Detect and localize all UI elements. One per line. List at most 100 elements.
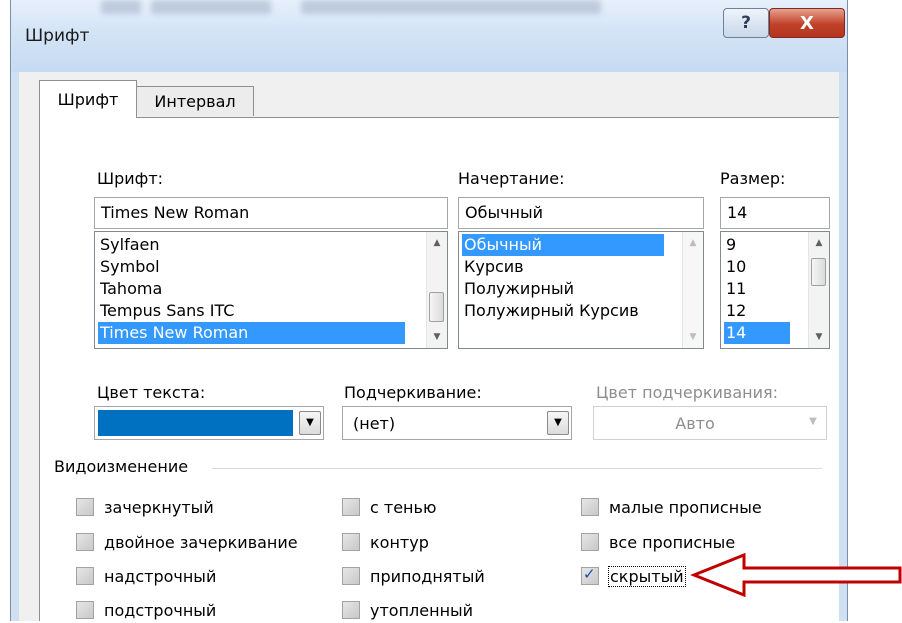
underline-dropdown[interactable]: (нет) ▼ [342, 406, 572, 440]
checkbox-label: малые прописные [609, 497, 762, 517]
group-divider [212, 468, 822, 469]
style-list[interactable]: Обычный Курсив Полужирный Полужирный Кур… [458, 231, 704, 349]
underline-value: (нет) [353, 414, 396, 433]
list-item[interactable]: 11 [724, 278, 746, 300]
list-item[interactable]: Symbol [98, 256, 160, 278]
list-item[interactable]: Полужирный Курсив [462, 300, 639, 322]
list-item[interactable]: Tempus Sans ITC [98, 300, 234, 322]
checkbox-label: зачеркнутый [104, 497, 214, 517]
tab-font-label: Шрифт [57, 90, 119, 109]
title-bar[interactable]: Шрифт ? X [11, 0, 847, 72]
close-button[interactable]: X [769, 8, 845, 38]
checkbox-box[interactable] [342, 567, 360, 585]
font-dialog: Шрифт ? X Шрифт Интервал Шрифт: Times Ne… [10, 0, 848, 621]
checkbox-double-strikethrough[interactable]: двойное зачеркивание [76, 529, 298, 555]
checkbox-engrave[interactable]: утопленный [342, 597, 473, 623]
style-list-scrollbar[interactable]: ▲ ▼ [682, 232, 703, 348]
effects-group-title: Видоизменение [54, 457, 189, 476]
arrow-left-icon [690, 553, 902, 597]
scroll-down-icon[interactable]: ▼ [683, 328, 703, 346]
checkbox-all-caps[interactable]: все прописные [581, 529, 735, 555]
checkbox-box[interactable] [581, 533, 599, 551]
size-list[interactable]: 9 10 11 12 14 ▲ ▼ [720, 231, 830, 349]
size-list-scrollbar[interactable]: ▲ ▼ [808, 232, 829, 348]
checkbox-box[interactable] [76, 498, 94, 516]
list-item[interactable]: 12 [724, 300, 746, 322]
checkbox-outline[interactable]: контур [342, 529, 429, 555]
list-item-selected[interactable]: Times New Roman [98, 322, 405, 344]
underline-color-value: Авто [675, 414, 715, 433]
checkbox-box[interactable] [342, 601, 360, 619]
list-item-selected[interactable]: 14 [724, 322, 790, 344]
font-list-scrollbar[interactable]: ▲ ▼ [426, 232, 447, 348]
chevron-down-icon[interactable]: ▼ [299, 411, 321, 435]
list-item[interactable]: Tahoma [98, 278, 162, 300]
checkbox-hidden[interactable]: ✓ скрытый [581, 563, 686, 589]
scroll-up-icon[interactable]: ▲ [427, 234, 447, 252]
text-color-dropdown[interactable]: ▼ [94, 406, 324, 440]
window-title: Шрифт [25, 26, 90, 46]
help-icon: ? [741, 13, 751, 33]
scroll-thumb[interactable] [811, 258, 826, 286]
checkbox-label: с тенью [370, 497, 437, 517]
list-item[interactable]: 10 [724, 256, 746, 278]
style-label: Начертание: [458, 169, 565, 188]
color-swatch [98, 410, 293, 436]
list-item-selected[interactable]: Обычный [462, 234, 664, 256]
checkbox-shadow[interactable]: с тенью [342, 494, 436, 520]
blurred-background [151, 0, 271, 14]
checkbox-box[interactable] [76, 567, 94, 585]
checkmark-icon: ✓ [583, 565, 596, 583]
underline-label: Подчеркивание: [344, 383, 482, 402]
blurred-background [101, 0, 141, 14]
checkbox-label: подстрочный [104, 600, 217, 620]
red-arrow-annotation [690, 553, 902, 597]
checkbox-superscript[interactable]: надстрочный [76, 563, 216, 589]
checkbox-label: утопленный [370, 600, 474, 620]
checkbox-label: все прописные [609, 532, 736, 552]
list-item[interactable]: 9 [724, 234, 736, 256]
checkbox-label: контур [370, 532, 429, 552]
checkbox-strikethrough[interactable]: зачеркнутый [76, 494, 214, 520]
scroll-up-icon[interactable]: ▲ [683, 234, 703, 252]
checkbox-label: надстрочный [104, 566, 217, 586]
checkbox-box[interactable] [581, 498, 599, 516]
checkbox-label: скрытый [608, 565, 686, 587]
checkbox-emboss[interactable]: приподнятый [342, 563, 485, 589]
font-name-input[interactable]: Times New Roman [94, 197, 448, 229]
checkbox-box[interactable] [76, 601, 94, 619]
checkbox-label: двойное зачеркивание [104, 532, 298, 552]
font-list[interactable]: Sylfaen Symbol Tahoma Tempus Sans ITC Ti… [94, 231, 448, 349]
checkbox-box[interactable] [76, 533, 94, 551]
close-icon: X [800, 12, 814, 34]
size-label: Размер: [720, 169, 786, 188]
blurred-background [301, 0, 601, 14]
scroll-down-icon[interactable]: ▼ [809, 328, 829, 346]
checkbox-box[interactable] [342, 498, 360, 516]
style-input[interactable]: Обычный [458, 197, 704, 229]
scroll-down-icon[interactable]: ▼ [427, 328, 447, 346]
checkbox-label: приподнятый [370, 566, 485, 586]
scroll-up-icon[interactable]: ▲ [809, 234, 829, 252]
chevron-down-icon: ▼ [809, 416, 817, 427]
scroll-thumb[interactable] [429, 292, 444, 322]
underline-color-dropdown: Авто ▼ [593, 406, 827, 440]
tab-font[interactable]: Шрифт [39, 80, 137, 118]
underline-color-label: Цвет подчеркивания: [596, 383, 779, 402]
help-button[interactable]: ? [723, 8, 769, 38]
tab-spacing-label: Интервал [154, 92, 236, 111]
checkbox-box[interactable] [342, 533, 360, 551]
font-panel: Шрифт: Times New Roman Sylfaen Symbol Ta… [39, 117, 839, 621]
list-item[interactable]: Полужирный [462, 278, 574, 300]
checkbox-small-caps[interactable]: малые прописные [581, 494, 762, 520]
tab-spacing[interactable]: Интервал [136, 86, 254, 116]
list-item[interactable]: Sylfaen [98, 234, 160, 256]
size-input[interactable]: 14 [720, 197, 830, 229]
chevron-down-icon[interactable]: ▼ [547, 411, 569, 435]
checkbox-subscript[interactable]: подстрочный [76, 597, 216, 623]
font-label: Шрифт: [97, 169, 164, 188]
dialog-body: Шрифт Интервал Шрифт: Times New Roman Sy… [19, 72, 839, 621]
list-item[interactable]: Курсив [462, 256, 524, 278]
text-color-label: Цвет текста: [97, 383, 206, 402]
checkbox-box[interactable]: ✓ [581, 565, 599, 585]
